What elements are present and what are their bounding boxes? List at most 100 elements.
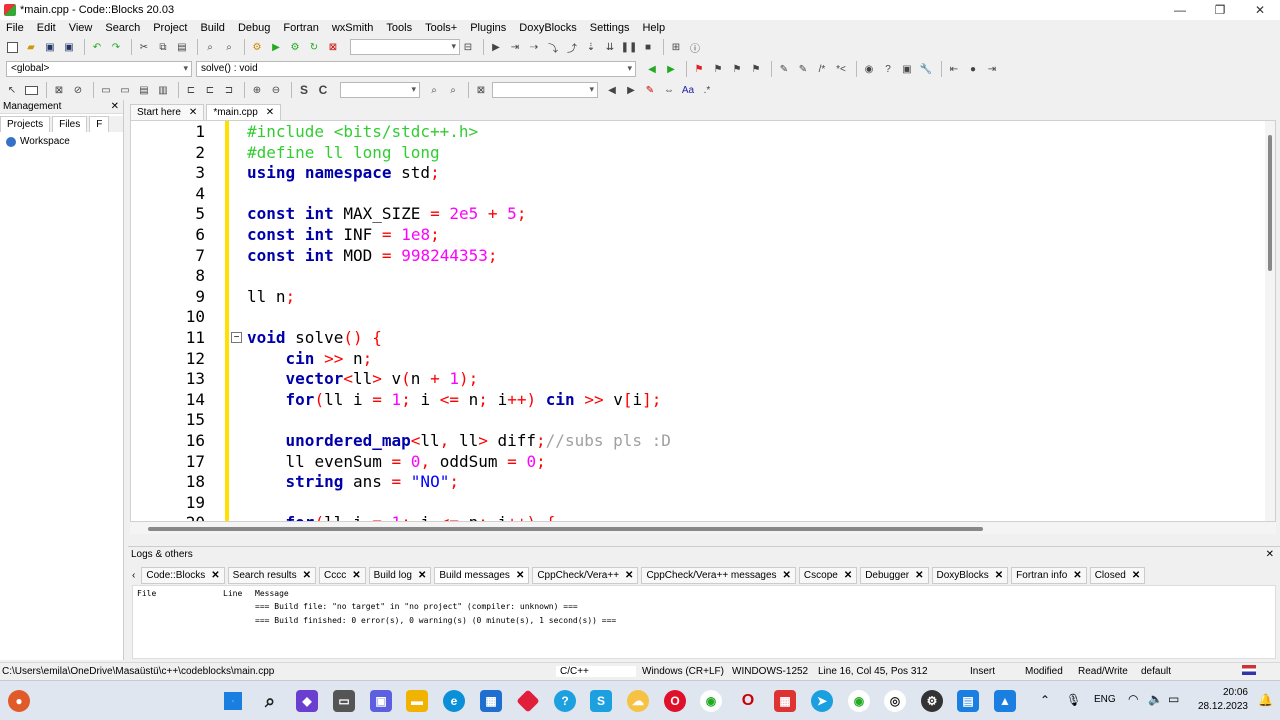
search-options-icon[interactable]: ⌕	[445, 82, 461, 98]
bookmark-clear-icon[interactable]: ⚑	[748, 61, 764, 77]
debug-show-icon[interactable]: ⊟	[460, 39, 476, 55]
settings-app-icon[interactable]: ⚙	[921, 690, 943, 712]
tabs-scroll-left-icon[interactable]: ‹	[132, 570, 135, 581]
log-tab[interactable]: CppCheck/Vera++ messages ✕	[641, 566, 796, 584]
close-icon[interactable]: ✕	[189, 107, 197, 118]
code-line[interactable]: #include <bits/stdc++.h>	[247, 122, 478, 143]
bookmark-prev-icon[interactable]: ⚑	[710, 61, 726, 77]
close-icon[interactable]: ✕	[625, 570, 633, 581]
search-prev-icon[interactable]: ◀	[604, 82, 620, 98]
search-next-icon[interactable]: ▶	[623, 82, 639, 98]
redo-icon[interactable]: ↷	[108, 39, 124, 55]
menu-build[interactable]: Build	[200, 22, 224, 34]
code-line[interactable]: for(ll i = 1; i <= n; i++) {	[247, 513, 556, 521]
minimize-button[interactable]: —	[1160, 0, 1200, 20]
telegram-icon[interactable]: ➤	[811, 690, 833, 712]
close-icon[interactable]: ✕	[1073, 570, 1081, 581]
box-cross-icon[interactable]: ⊠	[51, 82, 67, 98]
help-icon[interactable]: ?	[554, 690, 576, 712]
scroll-thumb[interactable]	[1268, 135, 1272, 271]
chevron-up-icon[interactable]: ⌃	[1040, 693, 1050, 707]
chrome-icon[interactable]: ◉	[700, 690, 722, 712]
log-tab[interactable]: CppCheck/Vera++ ✕	[532, 566, 639, 584]
menu-search[interactable]: Search	[105, 22, 140, 34]
pointer-icon[interactable]: ↖	[4, 82, 20, 98]
doxy-comment-icon[interactable]: /*	[814, 61, 830, 77]
uncomment-icon[interactable]: ✎	[795, 61, 811, 77]
code-line[interactable]: const int MOD = 998244353;	[247, 246, 498, 267]
code-line[interactable]: #define ll long long	[247, 143, 440, 164]
scope-combo[interactable]: <global>	[6, 61, 192, 77]
highlight-icon[interactable]: ✎	[642, 82, 658, 98]
code-editor[interactable]: 1234567891011121314151617181920 − #inclu…	[130, 120, 1276, 522]
match-case-icon[interactable]: Aa	[680, 82, 696, 98]
skype-icon[interactable]: S	[590, 690, 612, 712]
tab-main-cpp[interactable]: *main.cpp ✕	[206, 104, 282, 120]
undo-icon[interactable]: ↶	[89, 39, 105, 55]
codeblocks-icon[interactable]: ▦	[774, 690, 796, 712]
loop2-icon[interactable]: ⊏	[202, 82, 218, 98]
log-tab[interactable]: Cccc ✕	[318, 566, 366, 584]
log-tab[interactable]: Closed ✕	[1089, 566, 1146, 584]
close-icon[interactable]: ✕	[516, 570, 524, 581]
loop3-icon[interactable]: ⊐	[221, 82, 237, 98]
code-line[interactable]: unordered_map<ll, ll> diff;//subs pls :D	[247, 431, 671, 452]
close-icon[interactable]: ✕	[303, 570, 311, 581]
copy-icon[interactable]: ⧉	[155, 39, 171, 55]
log-tab[interactable]: Build messages ✕	[434, 566, 530, 584]
pause-icon[interactable]: ❚❚	[621, 39, 638, 55]
microphone-icon[interactable]: 🎙	[1066, 693, 1081, 707]
menu-tools-plus[interactable]: Tools+	[425, 22, 457, 34]
menu-fortran[interactable]: Fortran	[283, 22, 318, 34]
app-badge-icon[interactable]: ●	[8, 690, 30, 712]
step-into-instruction-icon[interactable]: ⇊	[602, 39, 618, 55]
nav-first-icon[interactable]: ⇤	[946, 61, 962, 77]
debug-info-icon[interactable]: ⓘ	[687, 39, 703, 55]
search-icon[interactable]: ⌕	[426, 82, 442, 98]
weather-icon[interactable]: ☁	[627, 690, 649, 712]
logs-close-icon[interactable]: ✕	[1266, 549, 1274, 560]
code-line[interactable]: const int MAX_SIZE = 2e5 + 5;	[247, 204, 526, 225]
code-line[interactable]: ll evenSum = 0, oddSum = 0;	[247, 452, 546, 473]
close-icon[interactable]: ✕	[211, 570, 219, 581]
find-icon[interactable]: ⌕	[202, 39, 218, 55]
run-icon[interactable]: ▶	[268, 39, 284, 55]
edge-icon[interactable]: e	[443, 690, 465, 712]
block4-icon[interactable]: ▥	[155, 82, 171, 98]
jump-back-icon[interactable]: ◀	[644, 61, 660, 77]
menu-wxsmith[interactable]: wxSmith	[332, 22, 374, 34]
management-close-icon[interactable]: ✕	[111, 101, 119, 112]
menu-help[interactable]: Help	[642, 22, 665, 34]
incremental-search-combo[interactable]	[492, 82, 598, 98]
column-line[interactable]: Line	[223, 589, 255, 598]
step-into-icon[interactable]: ⤵	[545, 39, 561, 55]
doxy-html-icon[interactable]: ▣	[899, 61, 915, 77]
task-view-icon[interactable]: ▭	[333, 690, 355, 712]
clock-date[interactable]: 28.12.2023	[1196, 701, 1248, 712]
opera-icon[interactable]: O	[664, 690, 686, 712]
search-combo[interactable]	[340, 82, 420, 98]
loop-icon[interactable]: ⊏	[183, 82, 199, 98]
rebuild-icon[interactable]: ↻	[306, 39, 322, 55]
code-line[interactable]: for(ll i = 1; i <= n; i++) cin >> v[i];	[247, 390, 662, 411]
open-icon[interactable]: ▰	[23, 39, 39, 55]
search-icon[interactable]: ⌕	[259, 690, 281, 712]
log-tab[interactable]: Search results ✕	[227, 566, 316, 584]
column-message[interactable]: Message	[255, 589, 289, 598]
cut-icon[interactable]: ✂	[136, 39, 152, 55]
bookmark-next-icon[interactable]: ⚑	[729, 61, 745, 77]
scroll-thumb[interactable]	[148, 527, 983, 531]
menu-doxyblocks[interactable]: DoxyBlocks	[519, 22, 576, 34]
step-out-icon[interactable]: ⤴	[564, 39, 580, 55]
doxy-line-comment-icon[interactable]: *<	[833, 61, 849, 77]
horizontal-scrollbar[interactable]	[130, 522, 1276, 534]
menu-debug[interactable]: Debug	[238, 22, 270, 34]
vertical-scrollbar[interactable]	[1265, 121, 1275, 521]
close-icon[interactable]: ✕	[352, 570, 360, 581]
close-icon[interactable]: ✕	[1132, 570, 1140, 581]
log-tab[interactable]: Code::Blocks ✕	[141, 566, 225, 584]
next-instruction-icon[interactable]: ⇣	[583, 39, 599, 55]
volume-icon[interactable]: 🔈	[1148, 692, 1163, 706]
new-file-icon[interactable]	[4, 39, 20, 55]
maximize-button[interactable]: ❐	[1200, 0, 1240, 20]
